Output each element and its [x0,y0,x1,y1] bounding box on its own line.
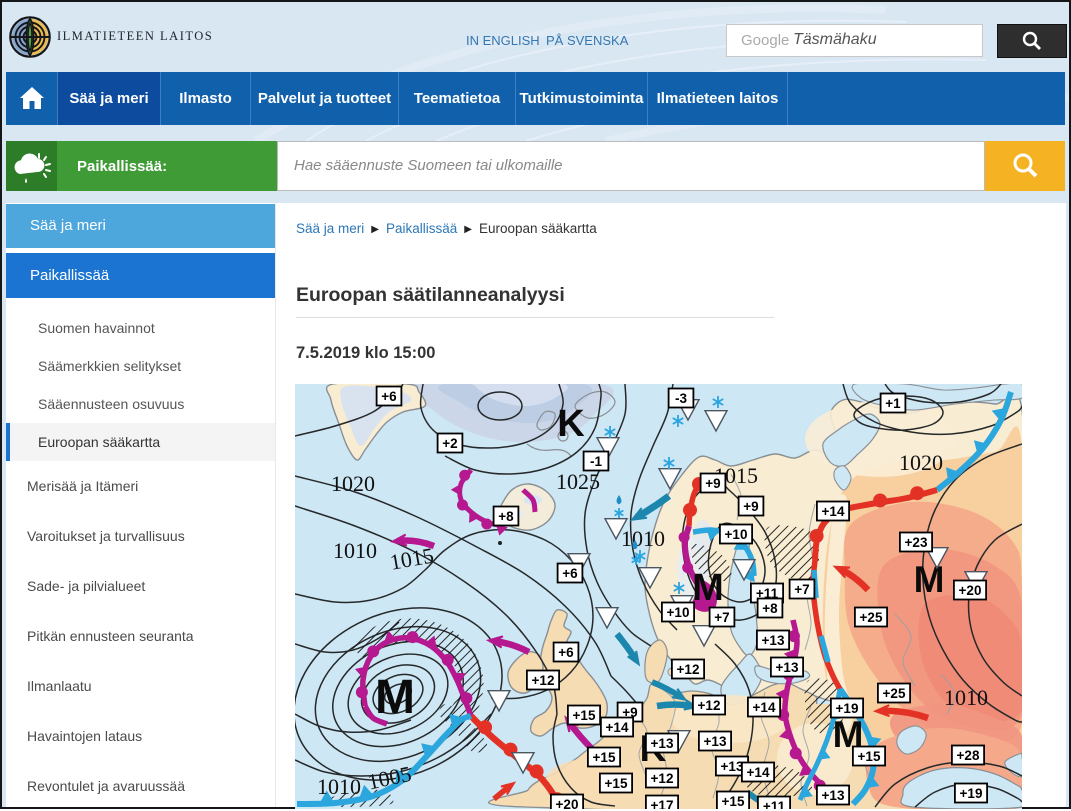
svg-text:+9: +9 [743,499,758,514]
svg-text:+25: +25 [883,686,906,701]
svg-text:1020: 1020 [331,471,375,496]
svg-text:+13: +13 [762,633,785,648]
svg-text:+14: +14 [822,504,845,519]
svg-text:+6: +6 [558,645,574,660]
svg-text:+15: +15 [605,776,628,791]
svg-text:+7: +7 [714,610,729,625]
svg-text:1020: 1020 [899,450,943,475]
svg-text:+12: +12 [532,673,555,688]
svg-text:+19: +19 [960,786,983,801]
svg-text:+8: +8 [498,509,514,524]
svg-text:+14: +14 [606,720,629,735]
svg-text:-3: -3 [675,391,687,406]
svg-text:+15: +15 [593,750,616,765]
svg-text:+6: +6 [381,389,397,404]
svg-text:+13: +13 [651,736,674,751]
svg-text:1025: 1025 [556,469,600,494]
svg-text:+28: +28 [957,748,980,763]
svg-text:+15: +15 [722,794,745,809]
svg-text:+12: +12 [698,698,721,713]
svg-text:K: K [557,403,585,445]
svg-text:+6: +6 [562,566,578,581]
svg-text:+2: +2 [442,436,457,451]
svg-text:+23: +23 [905,535,928,550]
svg-text:+10: +10 [667,605,690,620]
svg-text:+13: +13 [704,734,727,749]
svg-text:+13: +13 [721,759,744,774]
svg-text:+14: +14 [747,765,770,780]
svg-text:1010: 1010 [621,526,665,551]
svg-text:+13: +13 [776,660,799,675]
svg-text:+7: +7 [794,582,809,597]
svg-text:-1: -1 [590,454,602,469]
svg-text:1010: 1010 [944,685,988,710]
svg-text:+15: +15 [858,749,881,764]
svg-text:+19: +19 [836,701,859,716]
svg-text:+1: +1 [885,396,901,411]
svg-text:+14: +14 [753,700,776,715]
svg-text:M: M [692,567,724,609]
svg-text:+8: +8 [762,601,778,616]
svg-text:+9: +9 [705,476,720,491]
svg-text:+25: +25 [860,610,883,625]
svg-text:1010: 1010 [333,538,377,563]
svg-text:+12: +12 [677,662,700,677]
svg-text:+15: +15 [573,708,596,723]
svg-text:+10: +10 [725,527,748,542]
svg-text:+13: +13 [822,788,845,803]
svg-text:+20: +20 [959,583,982,598]
svg-text:1010: 1010 [317,774,361,799]
svg-text:+17: +17 [651,798,674,809]
svg-text:+12: +12 [651,771,674,786]
svg-text:+20: +20 [556,797,579,809]
svg-text:+11: +11 [763,799,786,809]
svg-text:M: M [375,671,415,724]
svg-text:M: M [914,559,945,600]
